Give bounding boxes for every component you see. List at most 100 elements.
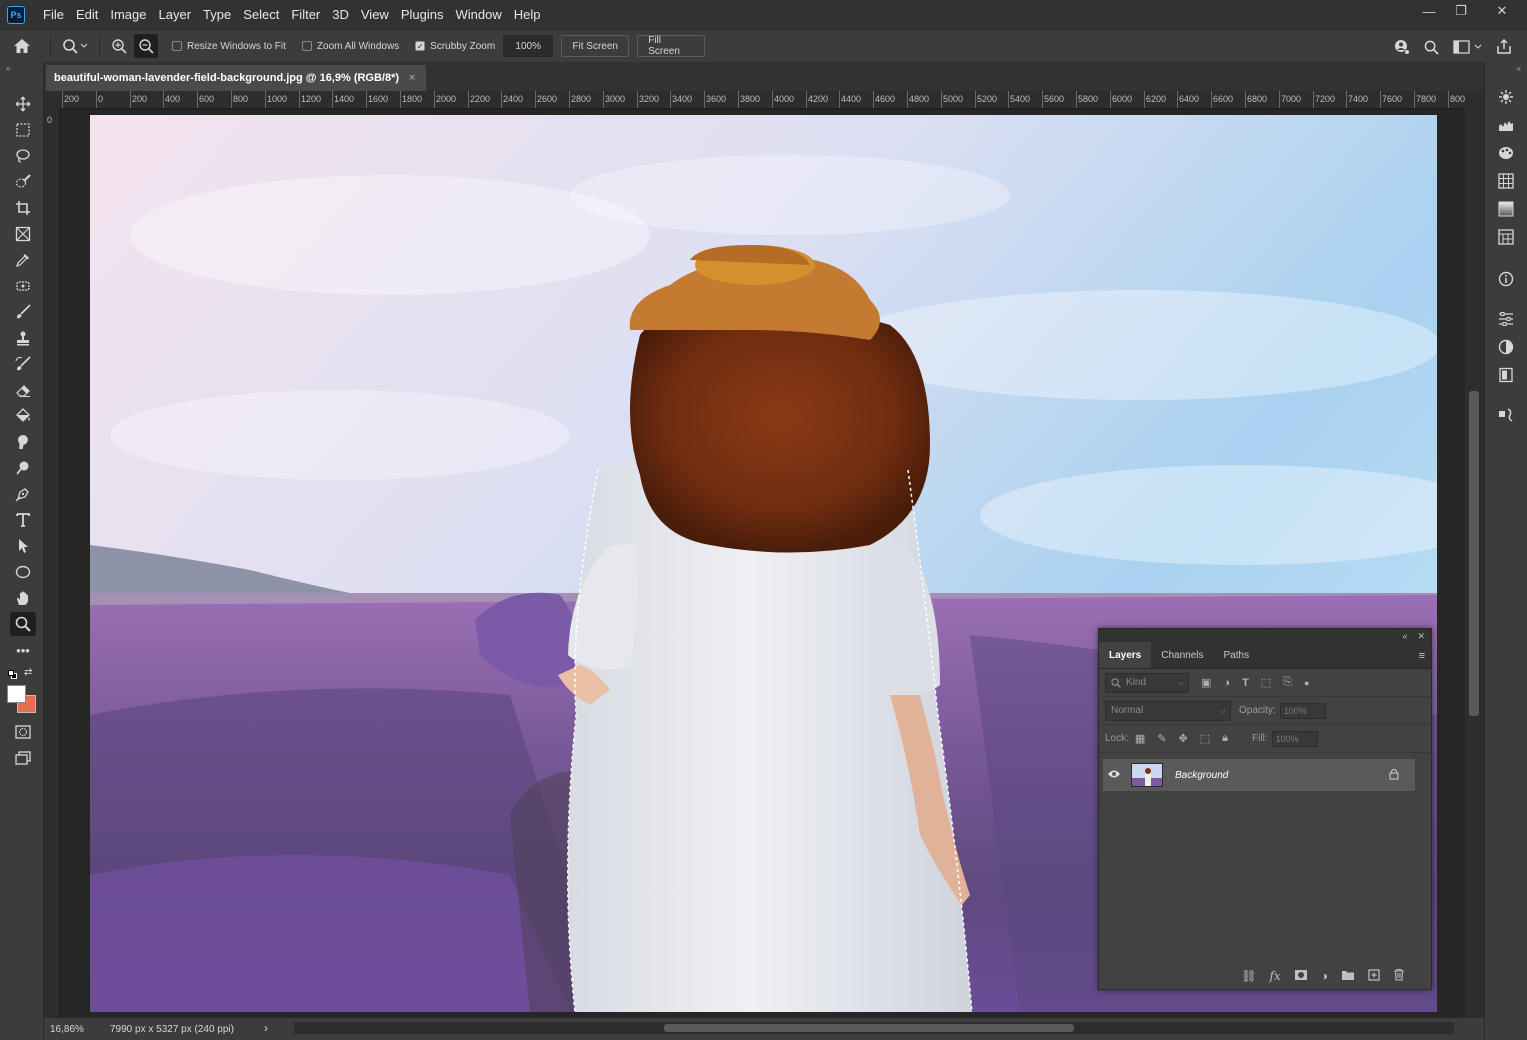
tab-channels[interactable]: Channels: [1151, 642, 1213, 668]
adjustments-icon[interactable]: [1494, 336, 1518, 358]
resize-windows-checkbox[interactable]: Resize Windows to Fit: [172, 41, 286, 52]
zoom-out-icon[interactable]: [134, 34, 158, 58]
menu-3d[interactable]: 3D: [326, 0, 355, 29]
close-panel-icon[interactable]: ✕: [1417, 631, 1425, 642]
ellipse-tool-icon[interactable]: [10, 560, 36, 584]
home-icon[interactable]: [0, 30, 44, 63]
lock-all-icon[interactable]: 🔒︎: [1222, 732, 1228, 745]
marquee-tool-icon[interactable]: [10, 118, 36, 142]
zoom-level-field[interactable]: 16,86%: [44, 1024, 88, 1035]
pen-tool-icon[interactable]: [10, 482, 36, 506]
swap-colors-icon[interactable]: ⇄: [24, 667, 32, 678]
horizontal-scrollbar-thumb[interactable]: [664, 1024, 1074, 1032]
search-icon[interactable]: [1421, 37, 1441, 57]
blend-mode-select[interactable]: Normal ⌵: [1105, 700, 1231, 721]
filter-kind-select[interactable]: Kind ⌵: [1105, 672, 1189, 693]
paint-bucket-tool-icon[interactable]: [10, 404, 36, 428]
new-layer-icon[interactable]: [1368, 968, 1380, 984]
zoom-all-windows-checkbox[interactable]: Zoom All Windows: [301, 41, 399, 52]
layers-panel-icon[interactable]: [1494, 404, 1518, 426]
brush-tool-icon[interactable]: [10, 300, 36, 324]
menu-help[interactable]: Help: [508, 0, 547, 29]
smudge-tool-icon[interactable]: [10, 430, 36, 454]
menu-image[interactable]: Image: [104, 0, 152, 29]
close-button[interactable]: ✕: [1477, 0, 1527, 22]
type-tool-icon[interactable]: [10, 508, 36, 532]
patterns-icon[interactable]: [1494, 170, 1518, 192]
clone-stamp-tool-icon[interactable]: [10, 326, 36, 350]
layer-comps-icon[interactable]: [1494, 364, 1518, 386]
collapse-panel-icon[interactable]: «: [1402, 631, 1407, 641]
panel-menu-icon[interactable]: ≡: [1419, 650, 1425, 662]
spot-healing-tool-icon[interactable]: [10, 274, 36, 298]
status-menu-arrow-icon[interactable]: ›: [264, 1021, 268, 1035]
filter-shape-icon[interactable]: ⬚: [1261, 676, 1271, 689]
folder-icon[interactable]: [1341, 969, 1355, 984]
foreground-color-swatch[interactable]: [7, 685, 26, 703]
tab-layers[interactable]: Layers: [1099, 642, 1152, 668]
filter-smart-object-icon[interactable]: ⎘: [1283, 676, 1292, 689]
zoom-tool-preset-icon[interactable]: [57, 38, 93, 54]
minimize-button[interactable]: —: [1413, 0, 1445, 22]
info-icon[interactable]: [1494, 268, 1518, 290]
color-panel-icon[interactable]: [1494, 86, 1518, 108]
share-icon[interactable]: [1494, 37, 1514, 57]
lock-image-icon[interactable]: ✎: [1157, 732, 1166, 745]
move-tool-icon[interactable]: [10, 92, 36, 116]
more-tools-icon[interactable]: •••: [10, 638, 36, 662]
close-tab-icon[interactable]: ×: [409, 72, 415, 84]
adjustment-icon[interactable]: ◑: [1321, 969, 1328, 983]
menu-plugins[interactable]: Plugins: [395, 0, 450, 29]
layer-name[interactable]: Background: [1175, 770, 1228, 781]
zoom-tool-icon[interactable]: [10, 612, 36, 636]
opacity-field[interactable]: 100%: [1279, 702, 1326, 719]
crop-tool-icon[interactable]: [10, 196, 36, 220]
swatches-icon[interactable]: [1494, 142, 1518, 164]
vertical-scrollbar[interactable]: [1465, 91, 1484, 1018]
menu-filter[interactable]: Filter: [285, 0, 326, 29]
visibility-eye-icon[interactable]: [1103, 768, 1125, 782]
lasso-tool-icon[interactable]: [10, 144, 36, 168]
gradients-icon[interactable]: [1494, 198, 1518, 220]
eraser-tool-icon[interactable]: [10, 378, 36, 402]
histogram-icon[interactable]: [1494, 114, 1518, 136]
mask-icon[interactable]: [1294, 969, 1308, 984]
tab-paths[interactable]: Paths: [1214, 642, 1260, 668]
dodge-tool-icon[interactable]: [10, 456, 36, 480]
document-tab[interactable]: beautiful-woman-lavender-field-backgroun…: [46, 65, 426, 91]
scrubby-zoom-checkbox[interactable]: ✓ Scrubby Zoom: [415, 41, 495, 52]
menu-window[interactable]: Window: [449, 0, 507, 29]
filter-type-icon[interactable]: T: [1242, 677, 1249, 689]
lock-position-icon[interactable]: ✥: [1179, 732, 1188, 745]
fit-screen-button[interactable]: Fit Screen: [561, 35, 630, 57]
quick-mask-icon[interactable]: [10, 720, 36, 744]
screen-mode-icon[interactable]: [10, 746, 36, 770]
filter-toggle-icon[interactable]: ●: [1304, 678, 1309, 688]
quick-selection-tool-icon[interactable]: [10, 170, 36, 194]
zoom-in-icon[interactable]: [106, 38, 132, 54]
menu-select[interactable]: Select: [237, 0, 285, 29]
eyedropper-tool-icon[interactable]: [10, 248, 36, 272]
history-brush-tool-icon[interactable]: [10, 352, 36, 376]
maximize-button[interactable]: ❐: [1445, 0, 1477, 22]
path-selection-tool-icon[interactable]: [10, 534, 36, 558]
zoom-percent-field[interactable]: 100%: [503, 35, 554, 57]
menu-layer[interactable]: Layer: [153, 0, 198, 29]
workspace-icon[interactable]: [1450, 37, 1486, 57]
default-colors-icon[interactable]: [8, 670, 18, 680]
layer-lock-icon[interactable]: [1389, 768, 1399, 783]
menu-view[interactable]: View: [355, 0, 395, 29]
link-icon[interactable]: ⛓︎: [1241, 969, 1256, 983]
filter-adjustment-icon[interactable]: ◑: [1223, 677, 1230, 689]
lock-artboard-icon[interactable]: ⬚: [1200, 732, 1210, 745]
collapse-dock-icon[interactable]: «: [1517, 64, 1521, 73]
vertical-scrollbar-thumb[interactable]: [1469, 391, 1479, 716]
hand-tool-icon[interactable]: [10, 586, 36, 610]
trash-icon[interactable]: [1393, 968, 1405, 984]
menu-file[interactable]: File: [37, 0, 70, 29]
fx-icon[interactable]: fx: [1270, 969, 1281, 983]
fill-field[interactable]: 100%: [1271, 730, 1318, 747]
menu-edit[interactable]: Edit: [70, 0, 104, 29]
fill-screen-button[interactable]: Fill Screen: [637, 35, 706, 57]
lock-transparent-icon[interactable]: ▦: [1135, 732, 1145, 745]
